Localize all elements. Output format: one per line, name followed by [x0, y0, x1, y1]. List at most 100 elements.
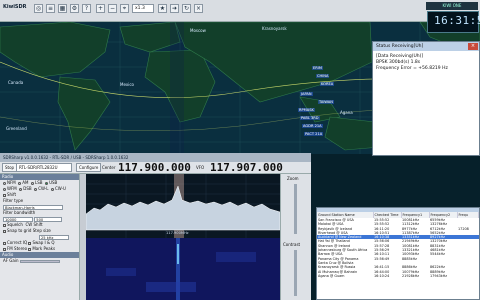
window-close-icon[interactable]: ×	[468, 43, 478, 50]
station-tag[interactable]: TAIWAN	[318, 100, 334, 104]
zoom-label: Zoom	[287, 176, 299, 181]
display-controls: Zoom Contrast	[280, 174, 311, 300]
filter-type-select[interactable]: Blackman-Harris	[3, 204, 63, 210]
shift-label: Shift	[7, 192, 17, 197]
mode-label: AM	[22, 180, 29, 185]
stop-button[interactable]: Stop	[2, 163, 18, 172]
star-icon[interactable]: ★	[158, 4, 167, 13]
app-logo: KiwiSDR	[3, 4, 27, 10]
station-tag[interactable]: ERIM	[312, 66, 323, 70]
city-label: Krasnoyarsk	[262, 26, 287, 31]
spectrum-center-label: 117.900MHz	[166, 231, 189, 235]
cwl-radio[interactable]	[34, 187, 38, 191]
mode-label: CW-L	[38, 186, 49, 191]
zoom-out-icon[interactable]: −	[108, 4, 117, 13]
station-tag[interactable]: CHINA	[316, 74, 330, 78]
table-cell: 16:10:24	[374, 273, 390, 278]
city-label: Canada	[8, 80, 24, 85]
radio-panel: Radio NFM AM LSB USB WFM DSB CW-L CW-U S…	[0, 174, 80, 300]
top-toolbar: KiwiSDR ◎ ≡ ▦ ⚙ ? + − ⌖ x1.3 ★ ➜ ↻ × KIW…	[0, 0, 480, 22]
arrow-icon[interactable]: ➜	[170, 4, 179, 13]
device-select[interactable]: RTL-SDR/RTL2832U	[16, 163, 72, 172]
table-cell: Agana @ Guam	[318, 273, 345, 278]
spectrum-display[interactable]: 117.900MHz	[85, 174, 281, 238]
settings-icon[interactable]: ⚙	[70, 4, 79, 13]
af-gain-row: AF Gain	[0, 258, 79, 264]
mode-label: USB	[49, 180, 58, 185]
nfm-radio[interactable]	[3, 181, 6, 185]
digital-clock: 16:31:58	[427, 11, 480, 33]
station-tag[interactable]: PABL 3RD	[300, 116, 320, 120]
sdr-toolbar: Stop RTL-SDR/RTL2832U Configure Center 1…	[0, 162, 311, 174]
waterfall-graph	[86, 238, 280, 300]
squelch-label: Squelch	[7, 222, 23, 227]
clock-time: 16:31:58	[434, 14, 480, 27]
swap-iq-label: Swap I & Q	[32, 240, 55, 245]
refresh-icon[interactable]: ↻	[182, 4, 191, 13]
vfo-label: VFO	[196, 165, 205, 170]
step-size-label: Step size	[32, 228, 51, 233]
corner-label: KIWI ONE	[426, 2, 478, 10]
station-tag[interactable]: RPMASK	[298, 108, 315, 112]
fm-stereo-checkbox[interactable]	[3, 247, 6, 251]
spectrum-graph	[85, 174, 281, 238]
snap-label: Snap to grid	[7, 228, 32, 233]
af-gain-label: AF Gain	[3, 258, 19, 263]
am-radio[interactable]	[18, 181, 22, 185]
table-cell: 21928kHz	[402, 273, 420, 278]
globe-icon[interactable]: ◎	[34, 4, 43, 13]
correct-iq-checkbox[interactable]	[3, 241, 6, 245]
station-tag[interactable]: JAPAN	[300, 92, 313, 96]
contrast-label: Contrast	[283, 242, 301, 247]
fm-stereo-label: FM Stereo	[7, 246, 28, 251]
ground-stations-window[interactable]: Ground Station Name Checked Time Frequen…	[316, 207, 480, 300]
zoom-select[interactable]: x1.3	[132, 4, 154, 13]
squelch-checkbox[interactable]	[3, 223, 6, 227]
status-line: Frequency Error = +56.8219 Hz	[376, 66, 448, 71]
stations-table: Ground Station Name Checked Time Frequen…	[317, 212, 479, 278]
cwu-radio[interactable]	[51, 187, 54, 191]
af-gain-slider[interactable]	[19, 259, 60, 263]
usb-radio[interactable]	[45, 181, 49, 185]
zoom-in-icon[interactable]: +	[96, 4, 105, 13]
close-icon[interactable]: ×	[194, 4, 203, 13]
vfo-frequency[interactable]: 117.907.000	[210, 162, 283, 173]
shift-checkbox[interactable]	[3, 193, 6, 197]
center-label: Center	[102, 165, 116, 170]
pin-icon[interactable]: ⌖	[120, 4, 129, 13]
table-cell	[457, 274, 479, 278]
waterfall-display[interactable]	[86, 238, 280, 300]
station-tag[interactable]: AGDR 21A	[302, 124, 323, 128]
table-cell: 17943kHz	[430, 273, 448, 278]
mode-label: DSB	[23, 186, 32, 191]
grid-icon[interactable]: ▦	[58, 4, 67, 13]
station-tag[interactable]: PACT 21A	[304, 132, 324, 136]
table-row[interactable]: Agana @ Guam 16:10:24 21928kHz 17943kHz	[317, 274, 479, 278]
filter-order-input[interactable]: 500	[34, 216, 63, 222]
contrast-slider[interactable]	[294, 250, 297, 296]
status-window[interactable]: Status Receiving[Uh] × [Data Receiving(U…	[372, 41, 480, 156]
configure-button[interactable]: Configure	[76, 163, 102, 172]
lsb-radio[interactable]	[31, 181, 35, 185]
mode-label: NFM	[7, 180, 16, 185]
city-label: Mexico	[120, 82, 134, 87]
snap-checkbox[interactable]	[3, 229, 6, 233]
city-label: Agana	[340, 110, 353, 115]
step-select[interactable]: 25 kHz	[39, 234, 69, 240]
city-label: Greenland	[6, 126, 27, 131]
help-icon[interactable]: ?	[82, 4, 91, 13]
mark-peaks-checkbox[interactable]	[28, 247, 32, 251]
mode-label: WFM	[7, 186, 17, 191]
mode-label: CW-U	[55, 186, 66, 191]
list-icon[interactable]: ≡	[46, 4, 55, 13]
station-tag[interactable]: KOREA	[320, 82, 335, 86]
status-window-title: Status Receiving[Uh]	[373, 42, 479, 51]
center-frequency[interactable]: 117.900.000	[118, 162, 191, 173]
wfm-radio[interactable]	[3, 187, 6, 191]
filter-bandwidth-input[interactable]: 10000	[3, 216, 33, 222]
mode-label: LSB	[35, 180, 43, 185]
correct-iq-label: Correct IQ	[7, 240, 28, 245]
zoom-slider[interactable]	[294, 184, 297, 234]
mark-peaks-label: Mark Peaks	[32, 246, 56, 251]
dsb-radio[interactable]	[19, 187, 23, 191]
